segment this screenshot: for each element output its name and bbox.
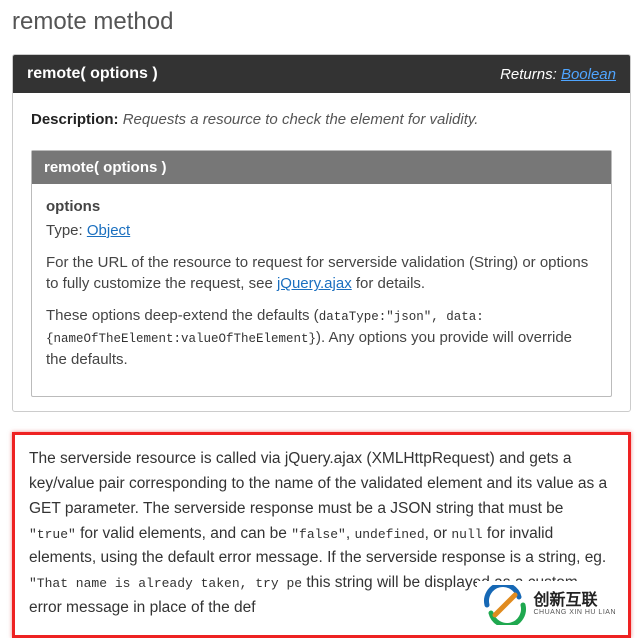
subpanel-header: remote( options ) xyxy=(32,151,611,184)
logo-icon xyxy=(483,585,527,625)
h-c5: "That name is already taken, try pe xyxy=(29,576,302,591)
h-t4: , or xyxy=(425,525,452,542)
jquery-ajax-link[interactable]: jQuery.ajax xyxy=(277,275,352,292)
logo-text: 创新互联 CHUANG XIN HU LIAN xyxy=(533,593,616,616)
option-para-2: These options deep-extend the defaults (… xyxy=(46,305,597,370)
option-name: options xyxy=(46,196,597,218)
api-panel: remote( options ) Returns: Boolean Descr… xyxy=(12,54,631,412)
options-subpanel: remote( options ) options Type: Object F… xyxy=(31,150,612,397)
p2-pre: These options deep-extend the defaults ( xyxy=(46,307,319,324)
type-link[interactable]: Object xyxy=(87,222,130,239)
returns: Returns: Boolean xyxy=(500,66,616,83)
type-label: Type: xyxy=(46,222,83,239)
logo-cn: 创新互联 xyxy=(533,593,616,609)
option-para-1: For the URL of the resource to request f… xyxy=(46,252,597,296)
h-c3: undefined xyxy=(354,527,424,542)
h-c4: null xyxy=(451,527,482,542)
description-text: Requests a resource to check the element… xyxy=(123,111,479,128)
method-signature: remote( options ) xyxy=(27,65,158,83)
page-title: remote method xyxy=(12,8,631,36)
returns-label: Returns: xyxy=(500,66,557,83)
logo-en: CHUANG XIN HU LIAN xyxy=(533,609,616,616)
h-t2: for valid elements, and can be xyxy=(76,525,291,542)
p1-post: for details. xyxy=(352,275,425,292)
returns-type-link[interactable]: Boolean xyxy=(561,66,616,83)
highlighted-note: The serverside resource is called via jQ… xyxy=(12,432,631,638)
description: Description: Requests a resource to chec… xyxy=(31,111,612,128)
panel-header: remote( options ) Returns: Boolean xyxy=(13,55,630,93)
description-label: Description: xyxy=(31,111,119,128)
subpanel-body: options Type: Object For the URL of the … xyxy=(32,184,611,396)
panel-body: Description: Requests a resource to chec… xyxy=(13,93,630,411)
watermark-logo: 创新互联 CHUANG XIN HU LIAN xyxy=(477,581,622,629)
h-t1: The serverside resource is called via jQ… xyxy=(29,450,607,517)
h-c2: "false" xyxy=(291,527,346,542)
h-c1: "true" xyxy=(29,527,76,542)
